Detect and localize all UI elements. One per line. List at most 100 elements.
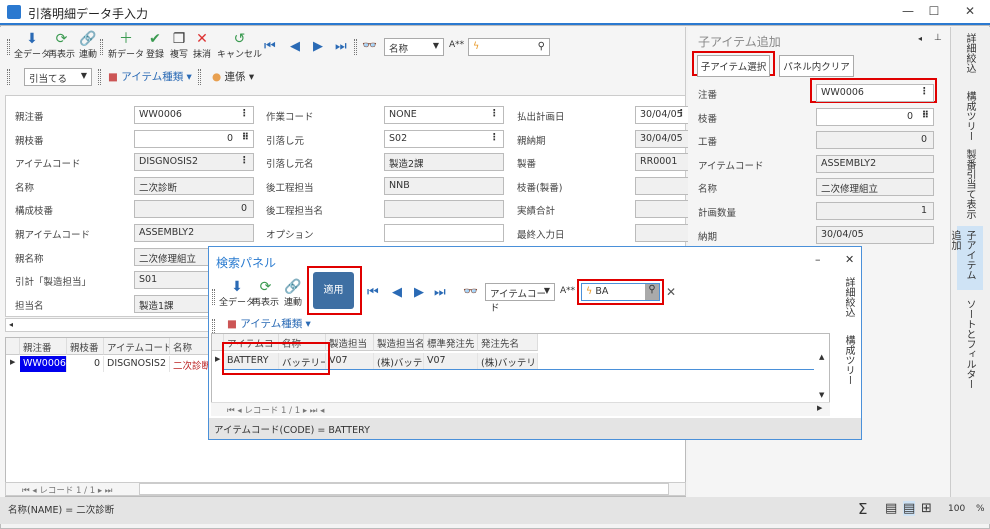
form-field[interactable]: ASSEMBLY2 bbox=[134, 224, 254, 242]
panel-field[interactable]: 30/04/05 bbox=[816, 225, 934, 244]
sp-field-select[interactable]: アイテムコード ▼ bbox=[485, 283, 555, 314]
view-card-icon[interactable]: ▤ bbox=[903, 501, 916, 516]
first-record-icon[interactable]: ⏮ bbox=[264, 39, 276, 54]
panel-close-button[interactable]: ✕ bbox=[845, 253, 854, 266]
form-field[interactable]: 30/04/05 bbox=[635, 129, 691, 148]
clear-search-icon[interactable]: ✕ bbox=[666, 285, 676, 299]
grid-picker-icon[interactable]: ⠿ bbox=[922, 110, 929, 121]
form-field[interactable] bbox=[384, 200, 504, 219]
panel-minimize-button[interactable]: – bbox=[815, 253, 821, 266]
panel-field[interactable]: 1 bbox=[816, 202, 934, 220]
table-cell[interactable]: WW0006 bbox=[20, 356, 67, 372]
table-cell[interactable]: 0 bbox=[67, 356, 104, 372]
link-button[interactable]: 🔗 連動 bbox=[79, 31, 97, 60]
column-header[interactable]: アイテムコード bbox=[104, 338, 170, 355]
sp-item-type-menu[interactable]: ■ アイテム種類 ▾ bbox=[227, 316, 311, 331]
tab-serial-assign[interactable]: 製番引当て表示 bbox=[957, 145, 983, 223]
column-header[interactable]: 発注先名 bbox=[478, 334, 538, 351]
sp-link-button[interactable]: 🔗 連動 bbox=[284, 279, 302, 308]
form-field[interactable] bbox=[384, 224, 504, 242]
sp-search-input[interactable]: ϟ BA ⚲ bbox=[581, 283, 660, 301]
column-header[interactable]: 製造担当 bbox=[326, 334, 374, 351]
copy-button[interactable]: ❐ 複写 bbox=[170, 31, 188, 60]
maximize-button[interactable]: ☐ bbox=[924, 4, 944, 18]
prev-record-icon[interactable]: ◀ bbox=[290, 39, 300, 54]
form-field[interactable]: WW0006 ⋮ bbox=[134, 106, 254, 124]
next-record-icon[interactable]: ▶ bbox=[313, 39, 323, 54]
grid-hscrollbar[interactable] bbox=[139, 483, 669, 495]
first-record-icon[interactable]: ⏮ bbox=[367, 285, 379, 300]
table-cell[interactable]: (株)バッテリ bbox=[374, 353, 424, 369]
register-button[interactable]: ✔ 登録 bbox=[146, 31, 164, 60]
prev-record-icon[interactable]: ◀ bbox=[392, 285, 402, 300]
table-cell[interactable]: DISGNOSIS2 bbox=[104, 356, 170, 372]
panel-field[interactable]: 0 bbox=[816, 131, 934, 150]
form-field[interactable]: NNB bbox=[384, 176, 504, 195]
form-field[interactable]: 0 ⠿ bbox=[134, 129, 254, 148]
child-item-select-button[interactable]: 子アイテム選択 bbox=[697, 55, 770, 77]
scroll-right-icon[interactable]: ▶ bbox=[817, 404, 822, 412]
form-field[interactable]: DISGNOSIS2 ⋮ bbox=[134, 153, 254, 172]
close-button[interactable]: ✕ bbox=[960, 4, 980, 18]
search-field-select[interactable]: 名称 ▼ bbox=[384, 38, 444, 56]
form-field[interactable]: 0 bbox=[134, 200, 254, 219]
more-icon[interactable]: ⋮ bbox=[490, 108, 500, 119]
sp-tab-structure-tree[interactable]: 構成ツリー bbox=[836, 331, 862, 389]
tab-detail-filter[interactable]: 詳細絞込 bbox=[957, 29, 983, 77]
more-icon[interactable]: ⋮ bbox=[490, 132, 500, 143]
column-header[interactable]: 製造担当名 bbox=[374, 334, 424, 351]
next-record-icon[interactable]: ▶ bbox=[414, 285, 424, 300]
last-record-icon[interactable]: ⏭ bbox=[335, 39, 347, 54]
panel-field[interactable]: 二次修理組立 bbox=[816, 178, 934, 197]
tab-structure-tree[interactable]: 構成ツリー bbox=[957, 87, 983, 145]
form-field[interactable]: NONE ⋮ bbox=[384, 106, 504, 124]
delete-button[interactable]: ✕ 抹消 bbox=[193, 31, 211, 60]
minimize-button[interactable]: — bbox=[898, 4, 918, 18]
cancel-button[interactable]: ↺ キャンセル bbox=[217, 31, 262, 60]
form-field[interactable]: S02 ⋮ bbox=[384, 129, 504, 148]
tab-child-item-add[interactable]: 子アイテム追加 bbox=[949, 226, 983, 290]
apply-button[interactable]: 適用 bbox=[313, 272, 354, 309]
assign-select[interactable]: 引当てる ▼ bbox=[24, 68, 92, 86]
relation-menu[interactable]: ● 連係 ▾ bbox=[212, 69, 254, 84]
sp-tab-detail-filter[interactable]: 詳細絞込 bbox=[836, 273, 862, 321]
pin-icon[interactable]: ⊥ bbox=[934, 33, 942, 43]
table-cell[interactable]: (株)バッテリ bbox=[478, 353, 538, 369]
form-field[interactable] bbox=[635, 224, 691, 242]
column-header[interactable]: 親注番 bbox=[20, 338, 67, 355]
form-field[interactable] bbox=[635, 200, 691, 219]
table-cell[interactable]: V07 bbox=[424, 353, 478, 369]
refresh-button[interactable]: ⟳ 再表示 bbox=[48, 31, 75, 60]
scroll-down-icon[interactable]: ▼ bbox=[819, 391, 824, 399]
search-icon[interactable]: ⚲ bbox=[645, 284, 659, 300]
column-header[interactable]: 親枝番 bbox=[67, 338, 104, 355]
form-field[interactable]: 二次診断 bbox=[134, 176, 254, 195]
all-data-button[interactable]: ⬇ 全データ bbox=[14, 31, 50, 60]
form-field[interactable]: 製造2課 bbox=[384, 153, 504, 172]
new-data-button[interactable]: ＋新データ bbox=[108, 31, 144, 60]
more-icon[interactable]: ⋮ bbox=[677, 108, 687, 119]
last-record-icon[interactable]: ⏭ bbox=[434, 285, 446, 300]
search-input[interactable]: ϟ ⚲ bbox=[468, 38, 550, 56]
item-type-menu[interactable]: ■ アイテム種類 ▾ bbox=[108, 69, 192, 84]
view-grid-icon[interactable]: ⊞ bbox=[921, 501, 932, 516]
case-icon[interactable]: A** bbox=[560, 286, 575, 296]
form-field[interactable]: RR0001 bbox=[635, 153, 691, 172]
view-form-icon[interactable]: ▤ bbox=[885, 501, 897, 516]
more-icon[interactable]: ⋮ bbox=[920, 86, 930, 97]
tab-sort-filter[interactable]: ソートとフィルター bbox=[957, 295, 983, 393]
search-icon[interactable]: ⚲ bbox=[538, 41, 545, 52]
more-icon[interactable]: ⋮ bbox=[240, 108, 250, 119]
form-field[interactable]: 30/04/05 ⋮ bbox=[635, 106, 691, 124]
panel-field[interactable]: ASSEMBLY2 bbox=[816, 154, 934, 173]
sp-all-data-button[interactable]: ⬇ 全データ bbox=[219, 279, 255, 308]
panel-clear-button[interactable]: パネル内クリア bbox=[779, 55, 854, 77]
form-field[interactable] bbox=[635, 176, 691, 195]
column-header[interactable]: 標準発注先 bbox=[424, 334, 478, 351]
panel-field[interactable]: WW0006 ⋮ bbox=[816, 84, 934, 102]
sum-icon[interactable]: Σ bbox=[858, 500, 867, 518]
sp-record-nav[interactable]: ⏮ ◂ レコード 1 / 1 ▸ ⏭ ◂ bbox=[227, 404, 324, 416]
scroll-up-icon[interactable]: ▲ bbox=[819, 353, 824, 361]
collapse-icon[interactable]: ◂ bbox=[918, 34, 922, 43]
more-icon[interactable]: ⋮ bbox=[240, 155, 250, 166]
